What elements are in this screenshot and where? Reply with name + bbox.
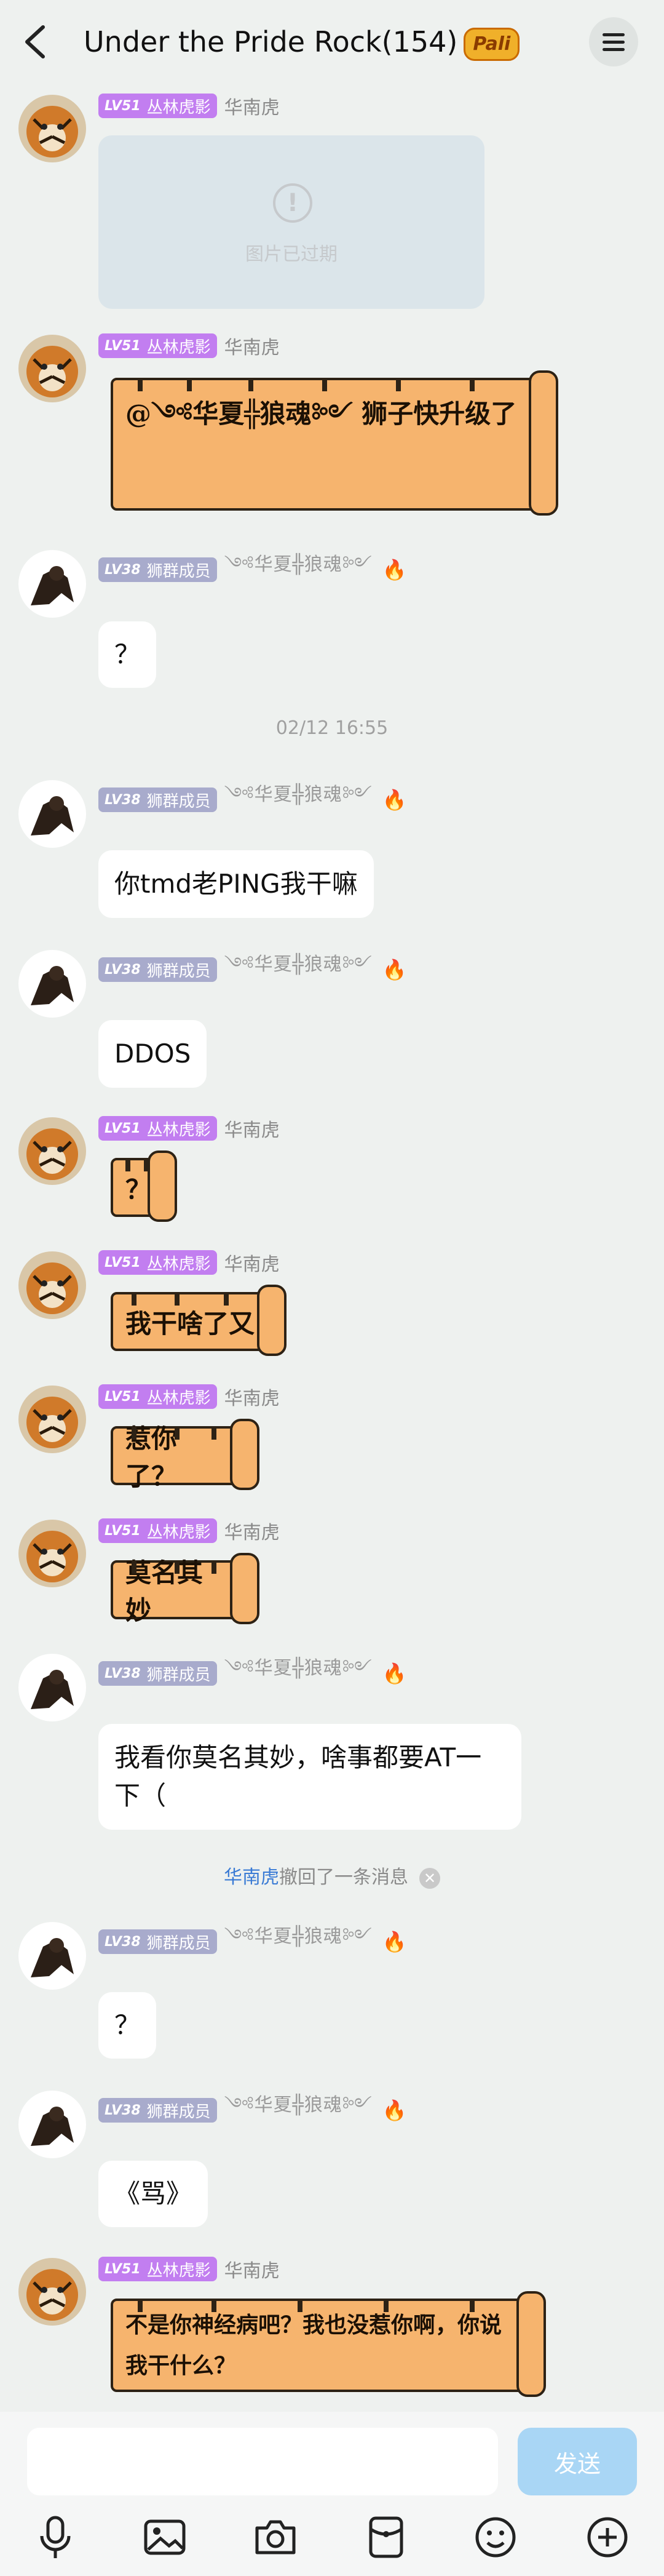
sender-name: 华南虎 bbox=[224, 1522, 280, 1544]
group-badge: Pali bbox=[464, 27, 520, 61]
level-badge: LV38 狮群成员 bbox=[98, 957, 217, 982]
avatar[interactable] bbox=[18, 335, 86, 402]
sticker-bubble[interactable]: 惹你了？ bbox=[111, 1419, 259, 1491]
sender-meta: LV51 丛林虎影 华南虎 bbox=[98, 1115, 280, 1142]
close-icon[interactable]: ✕ bbox=[419, 1867, 440, 1889]
avatar[interactable] bbox=[18, 1654, 86, 1721]
sender-meta: LV38 狮群成员 ༺华夏╬狼魂༻ 🔥 bbox=[98, 1657, 407, 1687]
chat-header: Under the Pride Rock(154) Pali bbox=[0, 0, 664, 86]
plus-icon[interactable] bbox=[583, 2513, 632, 2562]
level-badge: LV51 丛林虎影 bbox=[98, 94, 217, 118]
avatar[interactable] bbox=[18, 1117, 86, 1185]
alert-icon: ! bbox=[273, 183, 312, 223]
sender-name: ༺华夏╬狼魂༻ bbox=[224, 784, 373, 805]
level-badge: LV51 丛林虎影 bbox=[98, 1384, 217, 1409]
sender-meta: LV38 狮群成员 ༺华夏╬狼魂༻ 🔥 bbox=[98, 1926, 407, 1955]
sender-name: 华南虎 bbox=[224, 1254, 280, 1275]
sticker-bubble[interactable]: 我干啥了又 bbox=[111, 1285, 287, 1356]
group-name: Under the Pride Rock(154) bbox=[84, 25, 458, 58]
sender-name: ༺华夏╬狼魂༻ bbox=[224, 2094, 373, 2116]
avatar[interactable] bbox=[18, 1922, 86, 1990]
avatar[interactable] bbox=[18, 780, 86, 848]
message-bubble[interactable]: ？ bbox=[98, 1992, 157, 2059]
red-packet-icon[interactable] bbox=[362, 2513, 411, 2562]
sender-name: ༺华夏╬狼魂༻ bbox=[224, 1926, 373, 1947]
sender-name: 华南虎 bbox=[224, 337, 280, 359]
message-bubble[interactable]: 我看你莫名其妙，啥事都要AT一下（ bbox=[98, 1724, 521, 1830]
sender-name: ༺华夏╬狼魂༻ bbox=[224, 554, 373, 575]
sender-meta: LV38 狮群成员 ༺华夏╬狼魂༻ 🔥 bbox=[98, 784, 407, 813]
expired-image[interactable]: ! 图片已过期 bbox=[98, 135, 484, 309]
sender-meta: LV51 丛林虎影 华南虎 bbox=[98, 92, 280, 119]
fire-icon: 🔥 bbox=[382, 788, 407, 811]
level-badge: LV51 丛林虎影 bbox=[98, 1116, 217, 1141]
level-badge: LV51 丛林虎影 bbox=[98, 2257, 217, 2281]
message-bubble[interactable]: 《骂》 bbox=[98, 2161, 208, 2227]
sticker-bubble[interactable]: 莫名其妙 bbox=[111, 1553, 259, 1625]
sticker-bubble[interactable]: 不是你神经病吧？我也没惹你啊，你说我干什么？ bbox=[111, 2291, 546, 2397]
level-badge: LV51 丛林虎影 bbox=[98, 1518, 217, 1543]
sender-meta: LV38 狮群成员 ༺华夏╬狼魂༻ 🔥 bbox=[98, 2094, 407, 2124]
avatar[interactable] bbox=[18, 550, 86, 618]
fire-icon: 🔥 bbox=[382, 2099, 407, 2122]
level-badge: LV51 丛林虎影 bbox=[98, 333, 217, 358]
level-badge: LV38 狮群成员 bbox=[98, 1929, 217, 1954]
image-icon[interactable] bbox=[140, 2513, 189, 2562]
avatar[interactable] bbox=[18, 2091, 86, 2158]
fire-icon: 🔥 bbox=[382, 1930, 407, 1953]
fire-icon: 🔥 bbox=[382, 558, 407, 581]
sticker-bubble[interactable]: ？ bbox=[111, 1150, 177, 1222]
level-badge: LV51 丛林虎影 bbox=[98, 1250, 217, 1275]
message-bubble[interactable]: 你tmd老PING我干嘛 bbox=[98, 850, 374, 918]
recall-user[interactable]: 华南虎 bbox=[224, 1867, 279, 1888]
sender-name: ༺华夏╬狼魂༻ bbox=[224, 954, 373, 975]
level-badge: LV38 狮群成员 bbox=[98, 2098, 217, 2123]
level-badge: LV38 狮群成员 bbox=[98, 788, 217, 812]
avatar[interactable] bbox=[18, 1251, 86, 1319]
sender-meta: LV51 丛林虎影 华南虎 bbox=[98, 1517, 280, 1544]
avatar[interactable] bbox=[18, 95, 86, 162]
avatar[interactable] bbox=[18, 950, 86, 1018]
timestamp: 02/12 16:55 bbox=[275, 717, 389, 739]
composer-bar: 发送 bbox=[0, 2412, 664, 2576]
sender-meta: LV51 丛林虎影 华南虎 bbox=[98, 332, 280, 359]
send-button[interactable]: 发送 bbox=[518, 2428, 637, 2495]
sender-name: 华南虎 bbox=[224, 2260, 280, 2282]
message-bubble[interactable]: DDOS bbox=[98, 1020, 207, 1088]
fire-icon: 🔥 bbox=[382, 958, 407, 981]
sender-name: ༺华夏╬狼魂༻ bbox=[224, 1657, 373, 1679]
sender-name: 华南虎 bbox=[224, 1120, 280, 1141]
sender-meta: LV51 丛林虎影 华南虎 bbox=[98, 2255, 280, 2283]
sender-meta: LV38 狮群成员 ༺华夏╬狼魂༻ 🔥 bbox=[98, 554, 407, 583]
back-arrow-icon[interactable] bbox=[18, 22, 53, 62]
camera-icon[interactable] bbox=[251, 2513, 300, 2562]
menu-button[interactable] bbox=[589, 17, 638, 66]
message-bubble[interactable]: ？ bbox=[98, 621, 157, 688]
message-input[interactable] bbox=[27, 2428, 498, 2495]
sender-name: 华南虎 bbox=[224, 97, 280, 119]
sender-name: 华南虎 bbox=[224, 1388, 280, 1410]
sender-meta: LV38 狮群成员 ༺华夏╬狼魂༻ 🔥 bbox=[98, 954, 407, 983]
sender-meta: LV51 丛林虎影 华南虎 bbox=[98, 1249, 280, 1276]
level-badge: LV38 狮群成员 bbox=[98, 1661, 217, 1686]
recall-notice: 华南虎撤回了一条消息 ✕ bbox=[0, 1862, 664, 1889]
microphone-icon[interactable] bbox=[31, 2513, 80, 2562]
avatar[interactable] bbox=[18, 1520, 86, 1587]
avatar[interactable] bbox=[18, 2258, 86, 2326]
sticker-bubble[interactable]: @༺华夏╬狼魂༻ 狮子快升级了 bbox=[111, 370, 558, 516]
level-badge: LV38 狮群成员 bbox=[98, 557, 217, 582]
chat-title: Under the Pride Rock(154) Pali bbox=[84, 23, 520, 61]
fire-icon: 🔥 bbox=[382, 1662, 407, 1685]
avatar[interactable] bbox=[18, 1386, 86, 1453]
sender-meta: LV51 丛林虎影 华南虎 bbox=[98, 1383, 280, 1410]
emoji-icon[interactable] bbox=[471, 2513, 520, 2562]
